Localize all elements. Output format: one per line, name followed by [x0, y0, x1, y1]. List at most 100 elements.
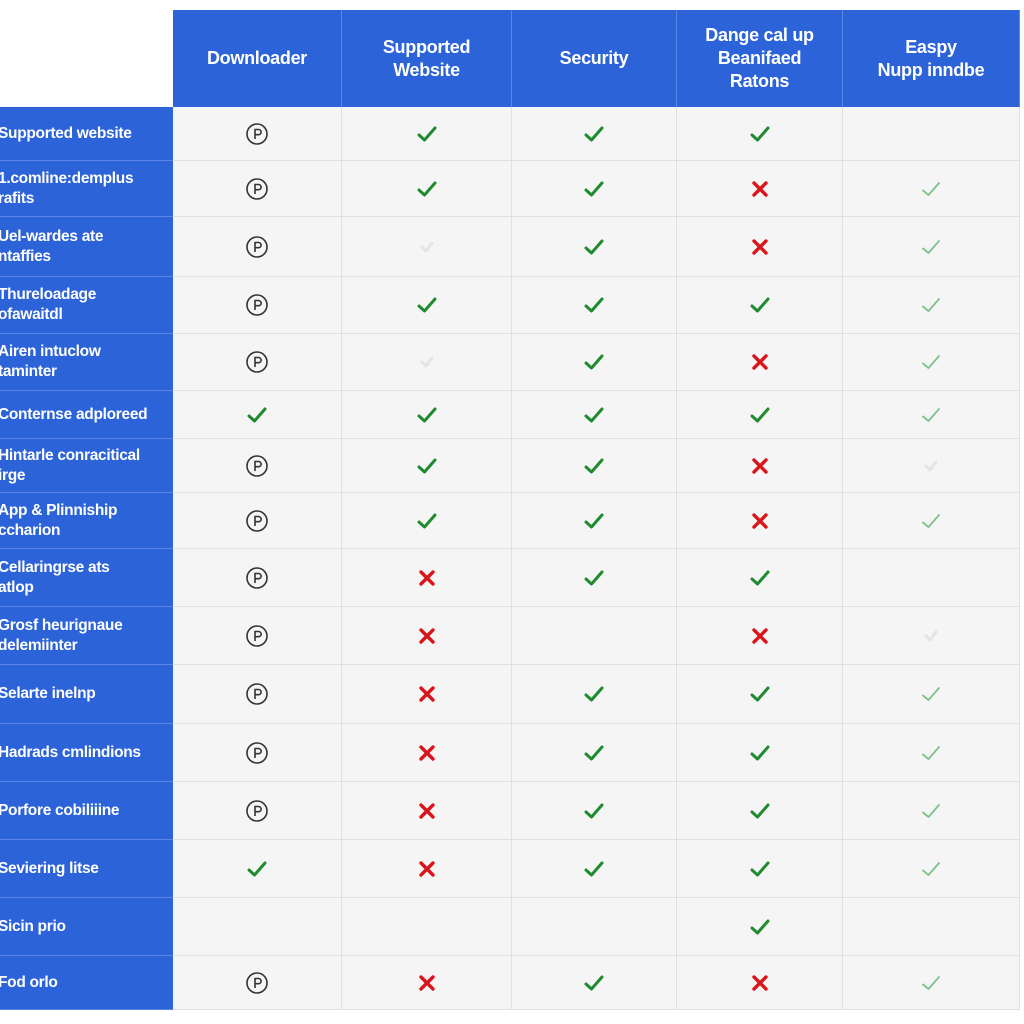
checkmark-icon	[747, 856, 773, 882]
table-cell	[342, 161, 512, 217]
row-label: Airen intuclow taminter	[0, 334, 173, 391]
table-cell	[512, 217, 677, 277]
table-cell	[342, 217, 512, 277]
row-label: Seviering litse	[0, 840, 173, 898]
row-label: Hintarle conracitical irge	[0, 439, 173, 493]
checkmark-light-icon	[918, 292, 944, 318]
checkmark-icon	[414, 292, 440, 318]
row-label: 1.comline:demplus rafits	[0, 161, 173, 217]
cross-icon	[747, 349, 773, 375]
checkmark-icon	[747, 798, 773, 824]
checkmark-icon	[581, 176, 607, 202]
checkmark-icon	[581, 453, 607, 479]
checkmark-light-icon	[918, 234, 944, 260]
table-cell	[677, 493, 843, 549]
table-cell	[843, 724, 1020, 782]
table-cell	[512, 840, 677, 898]
circle-p-icon	[244, 349, 270, 375]
table-cell	[843, 840, 1020, 898]
circle-p-icon	[244, 623, 270, 649]
table-cell	[677, 277, 843, 334]
checkmark-light-icon	[918, 740, 944, 766]
checkmark-icon	[581, 565, 607, 591]
table-cell	[173, 161, 342, 217]
table-cell	[512, 107, 677, 161]
checkmark-icon	[747, 681, 773, 707]
checkmark-light-icon	[918, 970, 944, 996]
table-cell	[677, 782, 843, 840]
table-cell	[843, 277, 1020, 334]
row-label: Thureloadage ofawaitdl	[0, 277, 173, 334]
cross-icon	[414, 623, 440, 649]
table-cell	[843, 493, 1020, 549]
table-cell	[173, 724, 342, 782]
row-label-text: Supported website	[0, 124, 132, 142]
table-cell	[512, 334, 677, 391]
checkmark-icon	[581, 740, 607, 766]
table-cell	[173, 665, 342, 724]
table-cell	[342, 898, 512, 956]
checkmark-light-icon	[918, 402, 944, 428]
checkmark-light-icon	[918, 508, 944, 534]
circle-p-icon	[244, 970, 270, 996]
table-cell	[512, 439, 677, 493]
row-label: Porfore cobiliiine	[0, 782, 173, 840]
table-cell	[512, 898, 677, 956]
checkmark-icon	[581, 234, 607, 260]
checkmark-icon	[581, 798, 607, 824]
table-cell	[173, 391, 342, 439]
table-cell	[173, 840, 342, 898]
table-cell	[677, 439, 843, 493]
cross-icon	[414, 681, 440, 707]
row-label: Hadrads cmlindions	[0, 724, 173, 782]
table-cell	[843, 334, 1020, 391]
checkmark-icon	[747, 121, 773, 147]
cross-icon	[747, 623, 773, 649]
table-cell	[342, 782, 512, 840]
checkmark-icon	[747, 914, 773, 940]
cross-icon	[747, 508, 773, 534]
table-cell	[512, 277, 677, 334]
table-cell	[342, 107, 512, 161]
table-cell	[677, 956, 843, 1010]
cross-icon	[747, 176, 773, 202]
table-cell	[512, 493, 677, 549]
cross-icon	[414, 565, 440, 591]
row-label: Selarte inelnp	[0, 665, 173, 724]
table-cell	[843, 549, 1020, 607]
row-label: Conternse adploreed	[0, 391, 173, 439]
table-cell	[173, 549, 342, 607]
row-label-text: Grosf heurignaue delemiinter	[0, 616, 123, 654]
table-cell	[677, 334, 843, 391]
table-cell	[512, 391, 677, 439]
column-header: Dange cal up Beanifaed Ratons	[677, 10, 843, 107]
checkmark-icon	[747, 402, 773, 428]
table-cell	[342, 549, 512, 607]
checkmark-light-icon	[918, 681, 944, 707]
checkmark-light-icon	[918, 856, 944, 882]
circle-p-icon	[244, 565, 270, 591]
row-label-text: Selarte inelnp	[0, 685, 96, 702]
checkmark-icon	[414, 121, 440, 147]
checkmark-icon	[747, 292, 773, 318]
checkmark-light-icon	[918, 798, 944, 824]
circle-p-icon	[244, 798, 270, 824]
table-cell	[512, 724, 677, 782]
circle-p-icon	[244, 681, 270, 707]
faded-mark-icon	[918, 623, 944, 649]
row-label-text: Airen intuclow taminter	[0, 343, 101, 380]
table-cell	[677, 840, 843, 898]
cross-icon	[747, 234, 773, 260]
table-cell	[512, 956, 677, 1010]
column-header: Easpy Nupp inndbe	[843, 10, 1020, 107]
column-header: Downloader	[173, 10, 342, 107]
checkmark-light-icon	[918, 349, 944, 375]
cross-icon	[414, 740, 440, 766]
table-cell	[342, 840, 512, 898]
checkmark-icon	[581, 121, 607, 147]
checkmark-icon	[414, 402, 440, 428]
table-cell	[342, 607, 512, 665]
table-cell	[173, 607, 342, 665]
table-cell	[677, 549, 843, 607]
faded-mark-icon	[918, 453, 944, 479]
